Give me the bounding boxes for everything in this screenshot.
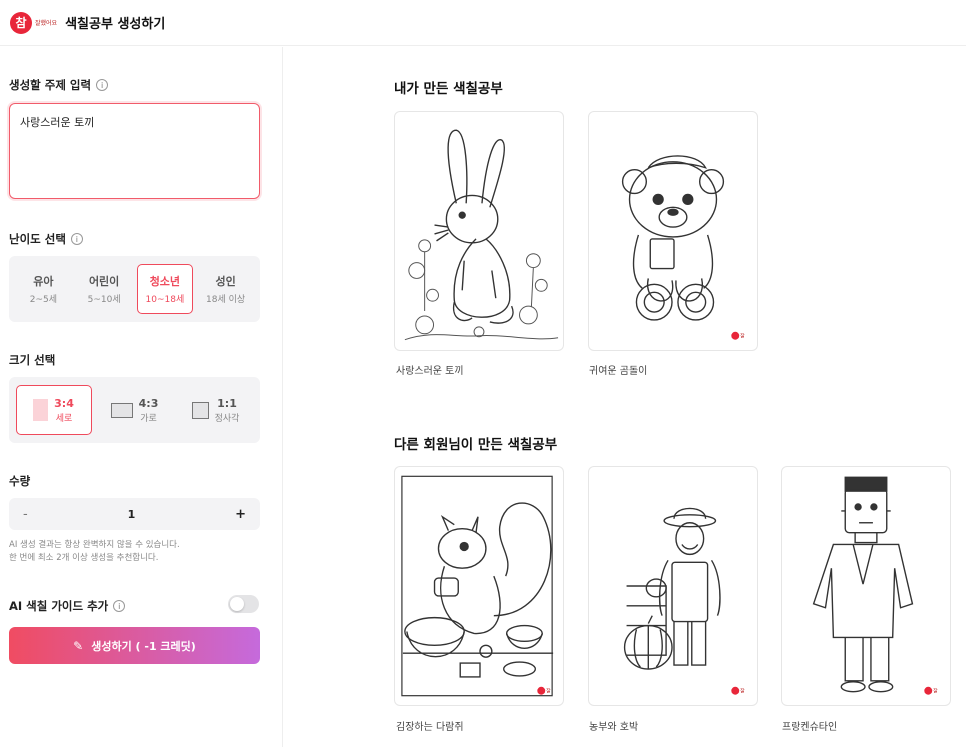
logo-subtext: 잘했어요 <box>35 20 58 27</box>
size-selector: 3:4 세로 4:3 가로 1:1 정사각 <box>9 377 260 443</box>
farmer-illustration: 잘 <box>623 507 745 695</box>
size-text: 3:4 세로 <box>54 397 74 424</box>
generation-note: AI 생성 결과는 항상 완벽하지 않을 수 있습니다. 한 번에 최소 2개 … <box>9 539 180 565</box>
difficulty-option-child[interactable]: 어린이 5~10세 <box>76 264 132 314</box>
difficulty-range: 18세 이상 <box>206 295 246 305</box>
coloring-card-bear[interactable]: 잘 <box>588 111 758 351</box>
magic-wand-icon: ✎ <box>73 638 84 653</box>
watermark-icon: 잘 <box>924 686 938 695</box>
topic-input-box[interactable] <box>9 103 260 199</box>
quantity-stepper: - 1 + <box>9 498 260 530</box>
difficulty-label: 난이도 선택 <box>9 232 66 246</box>
difficulty-name: 성인 <box>215 275 236 288</box>
difficulty-selector: 유아 2~5세 어린이 5~10세 청소년 10~18세 성인 18세 이상 <box>9 256 260 322</box>
decrement-button[interactable]: - <box>23 507 28 522</box>
card-label: 프랑켄슈타인 <box>782 722 838 733</box>
bear-illustration: 잘 <box>621 155 745 340</box>
page-title: 색칠공부 생성하기 <box>65 17 166 32</box>
coloring-card-squirrel[interactable]: 잘 <box>394 466 564 706</box>
squirrel-illustration: 잘 <box>401 475 554 697</box>
size-ratio: 1:1 <box>217 396 237 410</box>
difficulty-option-toddler[interactable]: 유아 2~5세 <box>15 264 71 314</box>
coloring-card-farmer[interactable]: 잘 <box>588 466 758 706</box>
difficulty-range: 10~18세 <box>145 295 185 305</box>
size-name: 세로 <box>55 413 73 424</box>
svg-text:잘: 잘 <box>740 688 745 695</box>
rabbit-illustration <box>404 129 559 341</box>
guide-label: AI 색칠 가이드 추가 <box>9 599 109 613</box>
quantity-value: 1 <box>127 507 136 521</box>
watermark-icon: 잘 <box>731 331 745 340</box>
generate-label: 생성하기 ( -1 크레딧) <box>91 639 196 653</box>
size-name: 가로 <box>140 413 157 424</box>
guide-label-row: AI 색칠 가이드 추가 i <box>9 598 126 614</box>
size-option-portrait[interactable]: 3:4 세로 <box>15 385 92 435</box>
guide-toggle[interactable] <box>228 595 259 613</box>
size-ratio: 3:4 <box>54 396 74 410</box>
quantity-label: 수량 <box>9 474 31 488</box>
card-label: 농부와 호박 <box>589 722 639 733</box>
difficulty-name: 청소년 <box>149 275 181 288</box>
difficulty-option-teen[interactable]: 청소년 10~18세 <box>136 264 193 314</box>
card-label: 김장하는 다람쥐 <box>396 722 464 733</box>
landscape-shape-icon <box>110 402 133 418</box>
square-shape-icon <box>191 401 209 419</box>
note-line: AI 생성 결과는 항상 완벽하지 않을 수 있습니다. <box>9 540 180 550</box>
generate-button[interactable]: ✎ 생성하기 ( -1 크레딧) <box>9 627 260 664</box>
size-option-square[interactable]: 1:1 정사각 <box>178 385 254 435</box>
difficulty-range: 5~10세 <box>87 295 121 305</box>
difficulty-range: 2~5세 <box>29 295 58 305</box>
card-label: 귀여운 곰돌이 <box>589 366 648 377</box>
difficulty-label-row: 난이도 선택 i <box>9 231 83 247</box>
info-icon[interactable]: i <box>96 79 109 91</box>
my-coloring-title: 내가 만든 색칠공부 <box>394 81 503 97</box>
topic-input[interactable] <box>20 114 249 188</box>
note-line: 한 번에 최소 2개 이상 생성을 추천합니다. <box>9 553 159 563</box>
difficulty-name: 유아 <box>33 275 54 288</box>
difficulty-name: 어린이 <box>88 275 120 288</box>
app-header: 참 잘했어요 색칠공부 생성하기 <box>0 0 966 46</box>
settings-sidebar: 생성할 주제 입력 i 난이도 선택 i 유아 2~5세 어린이 5~10세 청… <box>0 47 283 747</box>
difficulty-option-adult[interactable]: 성인 18세 이상 <box>198 264 254 314</box>
size-label: 크기 선택 <box>9 353 56 367</box>
info-icon[interactable]: i <box>70 233 83 245</box>
logo-mark: 참 <box>10 11 32 34</box>
others-coloring-title: 다른 회원님이 만든 색칠공부 <box>394 437 558 453</box>
frankenstein-illustration: 잘 <box>812 476 938 695</box>
increment-button[interactable]: + <box>235 507 246 522</box>
info-icon[interactable]: i <box>113 600 126 612</box>
portrait-shape-icon <box>33 399 49 421</box>
watermark-icon: 잘 <box>731 686 745 695</box>
size-name: 정사각 <box>214 413 240 424</box>
quantity-label-row: 수량 <box>9 473 30 489</box>
topic-label: 생성할 주제 입력 <box>9 78 92 92</box>
size-text: 4:3 가로 <box>139 397 159 424</box>
coloring-card-rabbit[interactable] <box>394 111 564 351</box>
topic-label-row: 생성할 주제 입력 i <box>9 77 109 93</box>
size-label-row: 크기 선택 <box>9 352 55 368</box>
size-text: 1:1 정사각 <box>215 397 240 424</box>
svg-text:잘: 잘 <box>740 333 745 340</box>
card-label: 사랑스러운 토끼 <box>396 366 464 377</box>
logo[interactable]: 참 잘했어요 <box>10 11 58 34</box>
size-option-landscape[interactable]: 4:3 가로 <box>97 385 173 435</box>
coloring-card-frankenstein[interactable]: 잘 <box>781 466 951 706</box>
size-ratio: 4:3 <box>138 396 159 410</box>
svg-text:잘: 잘 <box>546 688 551 695</box>
watermark-icon: 잘 <box>537 686 551 695</box>
svg-text:잘: 잘 <box>933 688 938 695</box>
toggle-knob <box>230 597 244 611</box>
